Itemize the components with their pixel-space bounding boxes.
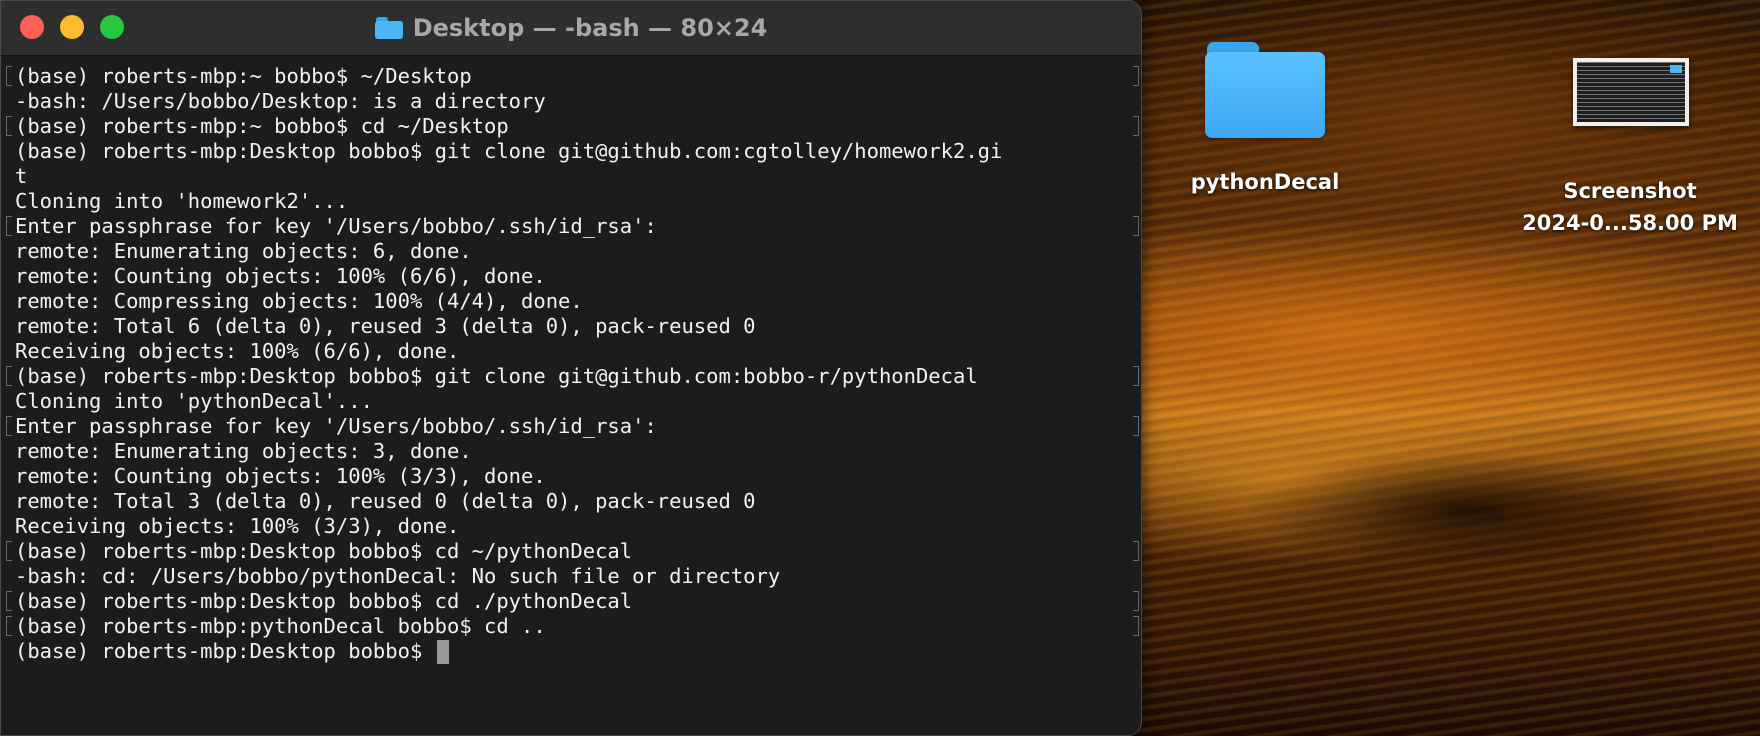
terminal-line: remote: Total 3 (delta 0), reused 0 (del… [15,489,756,513]
terminal-line: (base) roberts-mbp:Desktop bobbo$ cd ~/p… [15,539,633,563]
terminal-window[interactable]: Desktop — -bash — 80×24 (base) roberts-m… [0,0,1142,736]
terminal-line: Cloning into 'pythonDecal'... [15,389,373,413]
screenshot-label-name: Screenshot [1563,179,1697,203]
wallpaper-splash [1180,430,1760,630]
terminal-output[interactable]: (base) roberts-mbp:~ bobbo$ ~/Desktop -ba… [1,59,1141,735]
window-title-group: Desktop — -bash — 80×24 [1,1,1141,55]
text-cursor [436,640,449,664]
folder-label[interactable]: pythonDecal [1180,170,1350,194]
terminal-line: remote: Counting objects: 100% (6/6), do… [15,264,546,288]
line-mark-right [1133,541,1139,561]
terminal-line: remote: Total 6 (delta 0), reused 3 (del… [15,314,756,338]
terminal-line: -bash: /Users/bobbo/Desktop: is a direct… [15,89,546,113]
terminal-line: Cloning into 'homework2'... [15,189,349,213]
line-mark-right [1133,416,1139,436]
folder-icon [374,17,403,39]
screenshot-thumbnail-icon[interactable] [1573,58,1689,126]
line-mark-right [1133,216,1139,236]
line-mark-left [6,541,12,561]
screenshot-label[interactable]: Screenshot 2024-0...58.00 PM [1500,175,1760,239]
line-mark-left [6,66,12,86]
terminal-line: Receiving objects: 100% (6/6), done. [15,339,460,363]
line-mark-right [1133,591,1139,611]
line-mark-left [6,366,12,386]
terminal-line: (base) roberts-mbp:pythonDecal bobbo$ cd… [15,614,546,638]
line-mark-left [6,116,12,136]
line-mark-right [1133,366,1139,386]
title-bar[interactable]: Desktop — -bash — 80×24 [1,1,1141,56]
terminal-line: (base) roberts-mbp:Desktop bobbo$ cd ./p… [15,589,633,613]
prompt-line[interactable]: (base) roberts-mbp:Desktop bobbo$ [15,637,449,665]
terminal-line: Enter passphrase for key '/Users/bobbo/.… [15,414,657,438]
terminal-line: (base) roberts-mbp:~ bobbo$ cd ~/Desktop [15,114,509,138]
terminal-line: remote: Enumerating objects: 6, done. [15,239,472,263]
terminal-line: (base) roberts-mbp:Desktop bobbo$ git cl… [15,364,978,388]
line-mark-right [1133,116,1139,136]
terminal-line: t [15,164,28,188]
terminal-line: remote: Compressing objects: 100% (4/4),… [15,289,583,313]
terminal-line: remote: Counting objects: 100% (3/3), do… [15,464,546,488]
terminal-line: -bash: cd: /Users/bobbo/pythonDecal: No … [15,564,781,588]
terminal-line: (base) roberts-mbp:Desktop bobbo$ git cl… [15,139,1003,163]
line-mark-right [1133,616,1139,636]
screenshot-label-date: 2024-0...58.00 PM [1522,211,1738,235]
line-mark-left [6,216,12,236]
terminal-line: remote: Enumerating objects: 3, done. [15,439,472,463]
line-mark-left [6,591,12,611]
line-mark-left [6,416,12,436]
terminal-line: (base) roberts-mbp:~ bobbo$ ~/Desktop [15,64,472,88]
window-title: Desktop — -bash — 80×24 [412,14,768,42]
line-mark-right [1133,66,1139,86]
prompt-text: (base) roberts-mbp:Desktop bobbo$ [15,639,435,663]
terminal-line: Receiving objects: 100% (3/3), done. [15,514,460,538]
terminal-line: Enter passphrase for key '/Users/bobbo/.… [15,214,657,238]
line-mark-left [6,616,12,636]
folder-icon[interactable] [1205,40,1325,140]
